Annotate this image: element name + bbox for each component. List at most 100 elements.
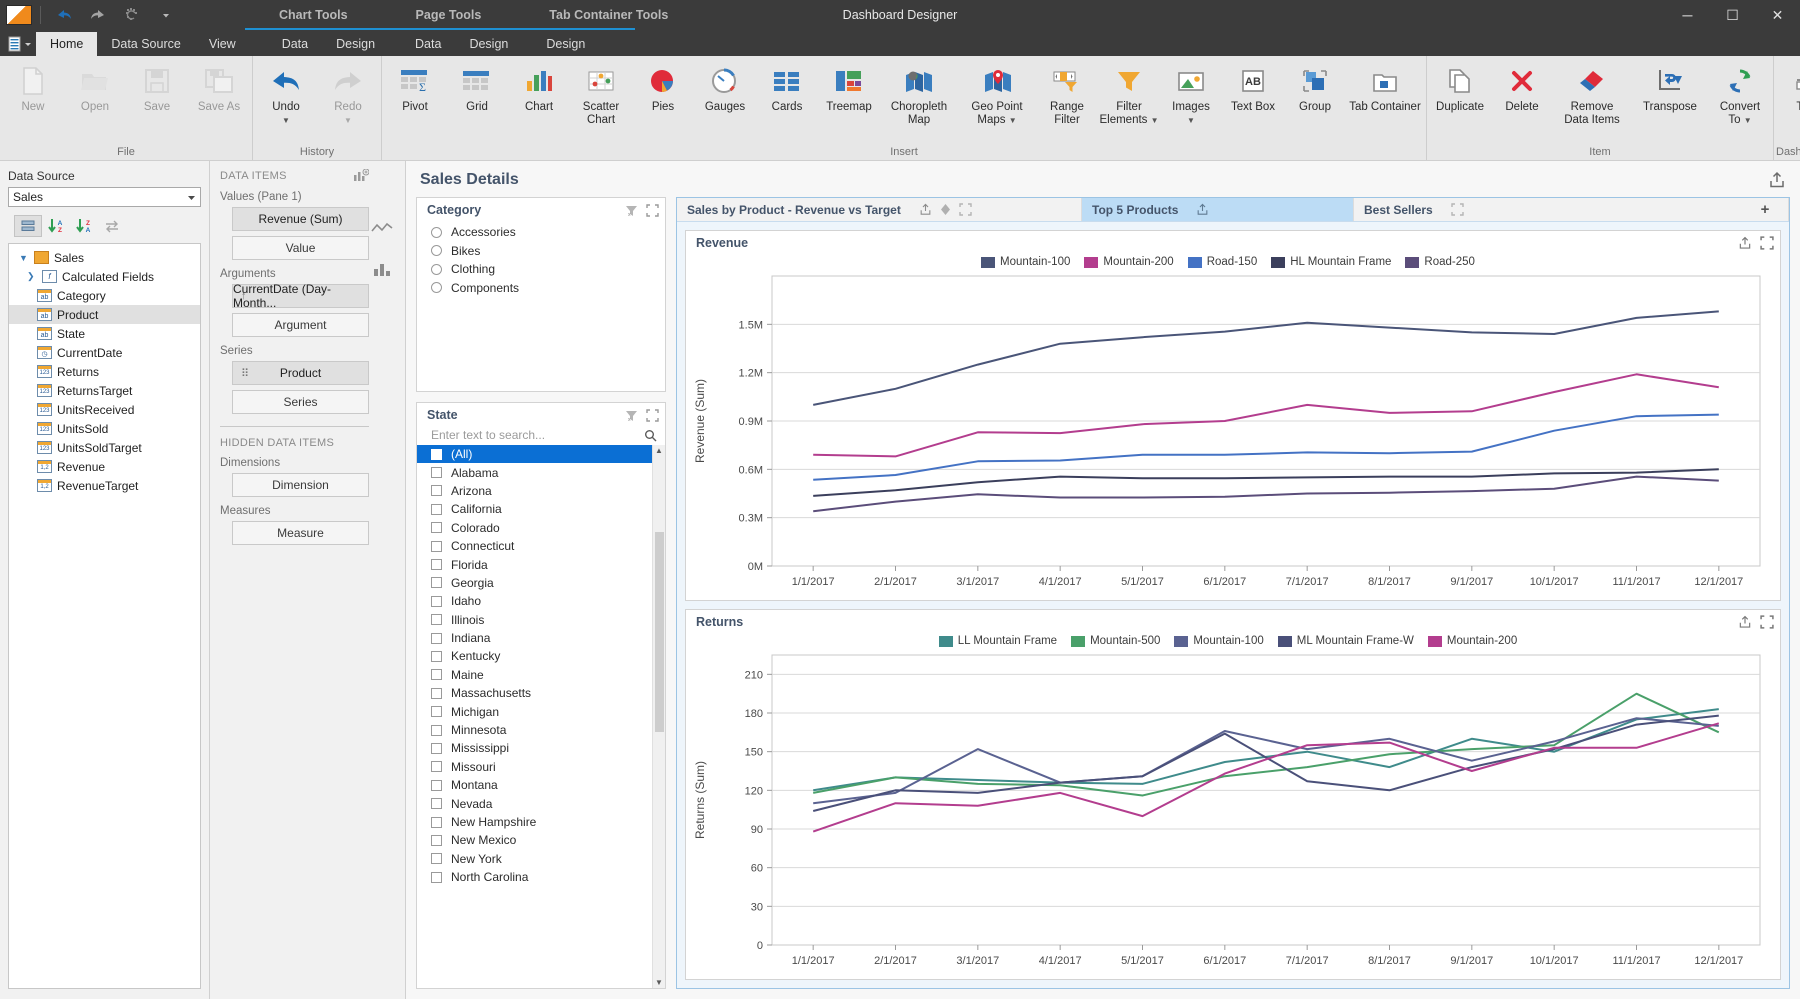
state-list-item[interactable]: Massachusetts: [417, 684, 652, 702]
tree-node-returns[interactable]: 123 Returns: [9, 362, 200, 381]
checkbox-icon[interactable]: [431, 743, 442, 754]
checkbox-icon[interactable]: [431, 651, 442, 662]
state-list-item[interactable]: Maine: [417, 666, 652, 684]
filter-elements-button[interactable]: Filter Elements ▼: [1098, 59, 1160, 127]
tree-node-unitsreceived[interactable]: 123 UnitsReceived: [9, 400, 200, 419]
bar-chart-toggle-icon[interactable]: [372, 261, 392, 277]
ribbon-tab-page-design[interactable]: Design: [455, 32, 522, 56]
expander-icon[interactable]: ❯: [27, 271, 37, 282]
state-list-item[interactable]: Missouri: [417, 758, 652, 776]
category-options-list[interactable]: Accessories Bikes Clothing Components: [417, 221, 665, 297]
state-list-item[interactable]: Kentucky: [417, 647, 652, 665]
file-menu-button[interactable]: [4, 32, 36, 56]
filter-clear-icon[interactable]: x: [625, 409, 638, 422]
add-tab-button[interactable]: +: [1752, 201, 1778, 218]
search-icon[interactable]: [644, 429, 657, 442]
expander-icon[interactable]: ▼: [19, 253, 29, 263]
radio-icon[interactable]: [431, 282, 442, 293]
tree-node-unitssold[interactable]: 123 UnitsSold: [9, 419, 200, 438]
checkbox-icon[interactable]: [431, 467, 442, 478]
save-as-button[interactable]: Save As: [188, 59, 250, 114]
legend-item[interactable]: HL Mountain Frame: [1271, 256, 1391, 268]
delete-button[interactable]: Delete: [1491, 59, 1553, 114]
tab-best-sellers[interactable]: Best Sellers +: [1354, 198, 1789, 221]
close-button[interactable]: ✕: [1755, 0, 1800, 30]
category-option[interactable]: Bikes: [431, 242, 665, 261]
checkbox-icon[interactable]: [431, 577, 442, 588]
checkbox-icon[interactable]: [431, 688, 442, 699]
state-list-item[interactable]: Alabama: [417, 463, 652, 481]
data-item-placeholder-dimension[interactable]: Dimension: [232, 473, 369, 497]
state-list-item[interactable]: Montana: [417, 776, 652, 794]
maximize-icon[interactable]: [646, 409, 659, 422]
legend-item[interactable]: Mountain-100: [1174, 635, 1263, 647]
state-options-list[interactable]: (All)AlabamaArizonaCaliforniaColoradoCon…: [417, 445, 652, 988]
line-chart-toggle-icon[interactable]: [371, 221, 393, 235]
undo-icon[interactable]: [53, 5, 75, 25]
export-icon[interactable]: [1738, 236, 1752, 250]
ribbon-tab-bar[interactable]: Home Data Source View Data Design Data D…: [0, 30, 1800, 56]
tab-strip[interactable]: Sales by Product - Revenue vs Target Top…: [677, 198, 1789, 222]
state-list-item[interactable]: Illinois: [417, 611, 652, 629]
quick-access-toolbar[interactable]: [49, 5, 177, 25]
category-option[interactable]: Components: [431, 279, 665, 298]
update-icon[interactable]: [121, 5, 143, 25]
state-search-input[interactable]: Enter text to search...: [417, 426, 665, 445]
duplicate-button[interactable]: Duplicate: [1429, 59, 1491, 114]
tree-node-category[interactable]: ab Category: [9, 286, 200, 305]
ribbon-tab-home[interactable]: Home: [36, 32, 97, 56]
checkbox-icon[interactable]: [431, 798, 442, 809]
tree-node-calculated-fields[interactable]: ❯ f Calculated Fields: [9, 267, 200, 286]
treemap-button[interactable]: Treemap: [818, 59, 880, 114]
ribbon-tab-chart-design[interactable]: Design: [322, 32, 389, 56]
state-list-item[interactable]: Mississippi: [417, 739, 652, 757]
save-button[interactable]: Save: [126, 59, 188, 114]
checkbox-icon[interactable]: [431, 504, 442, 515]
tree-node-product[interactable]: ab Product: [9, 305, 200, 324]
checkbox-icon[interactable]: [431, 706, 442, 717]
ribbon-tab-tab-container-design[interactable]: Design: [532, 32, 599, 56]
images-button[interactable]: Images▼: [1160, 59, 1222, 127]
checkbox-icon[interactable]: [431, 541, 442, 552]
checkbox-icon[interactable]: [431, 449, 442, 460]
state-list-item[interactable]: Michigan: [417, 702, 652, 720]
maximize-button[interactable]: ☐: [1710, 0, 1755, 30]
checkbox-icon[interactable]: [431, 614, 442, 625]
checkbox-icon[interactable]: [431, 522, 442, 533]
pies-button[interactable]: Pies: [632, 59, 694, 114]
minimize-button[interactable]: ─: [1665, 0, 1710, 30]
scatter-chart-button[interactable]: Scatter Chart: [570, 59, 632, 126]
group-button[interactable]: Group: [1284, 59, 1346, 114]
contextual-tab-group[interactable]: Chart Tools Page Tools Tab Container Too…: [245, 0, 702, 30]
checkbox-icon[interactable]: [431, 780, 442, 791]
scroll-down-icon[interactable]: ▼: [655, 978, 663, 987]
state-list-item[interactable]: Florida: [417, 555, 652, 573]
cards-button[interactable]: Cards: [756, 59, 818, 114]
ribbon-tab-view[interactable]: View: [195, 32, 250, 56]
export-icon[interactable]: [1196, 203, 1209, 216]
legend-item[interactable]: Mountain-500: [1071, 635, 1160, 647]
export-icon[interactable]: [1738, 615, 1752, 629]
radio-icon[interactable]: [431, 245, 442, 256]
range-filter-button[interactable]: Range Filter: [1036, 59, 1098, 126]
checkbox-icon[interactable]: [431, 669, 442, 680]
open-button[interactable]: Open: [64, 59, 126, 114]
legend-item[interactable]: Road-250: [1405, 256, 1475, 268]
data-source-tree[interactable]: ▼ Sales ❯ f Calculated Fields ab Categor…: [8, 243, 201, 989]
drill-icon[interactable]: [939, 203, 952, 216]
sort-az-icon[interactable]: AZ: [42, 215, 70, 237]
state-list-item[interactable]: (All): [417, 445, 652, 463]
new-button[interactable]: New: [2, 59, 64, 114]
radio-icon[interactable]: [431, 264, 442, 275]
gauges-button[interactable]: Gauges: [694, 59, 756, 114]
window-controls[interactable]: ─ ☐ ✕: [1665, 0, 1800, 30]
tab-top-5-products[interactable]: Top 5 Products: [1082, 198, 1354, 221]
state-list-item[interactable]: New Hampshire: [417, 813, 652, 831]
add-pane-icon[interactable]: [353, 169, 369, 183]
scrollbar-thumb[interactable]: [655, 532, 664, 732]
redo-icon[interactable]: [87, 5, 109, 25]
data-item-currentdate[interactable]: ↑CurrentDate (Day-Month...: [232, 284, 369, 308]
radio-icon[interactable]: [431, 227, 442, 238]
checkbox-icon[interactable]: [431, 761, 442, 772]
chart-button[interactable]: Chart: [508, 59, 570, 114]
